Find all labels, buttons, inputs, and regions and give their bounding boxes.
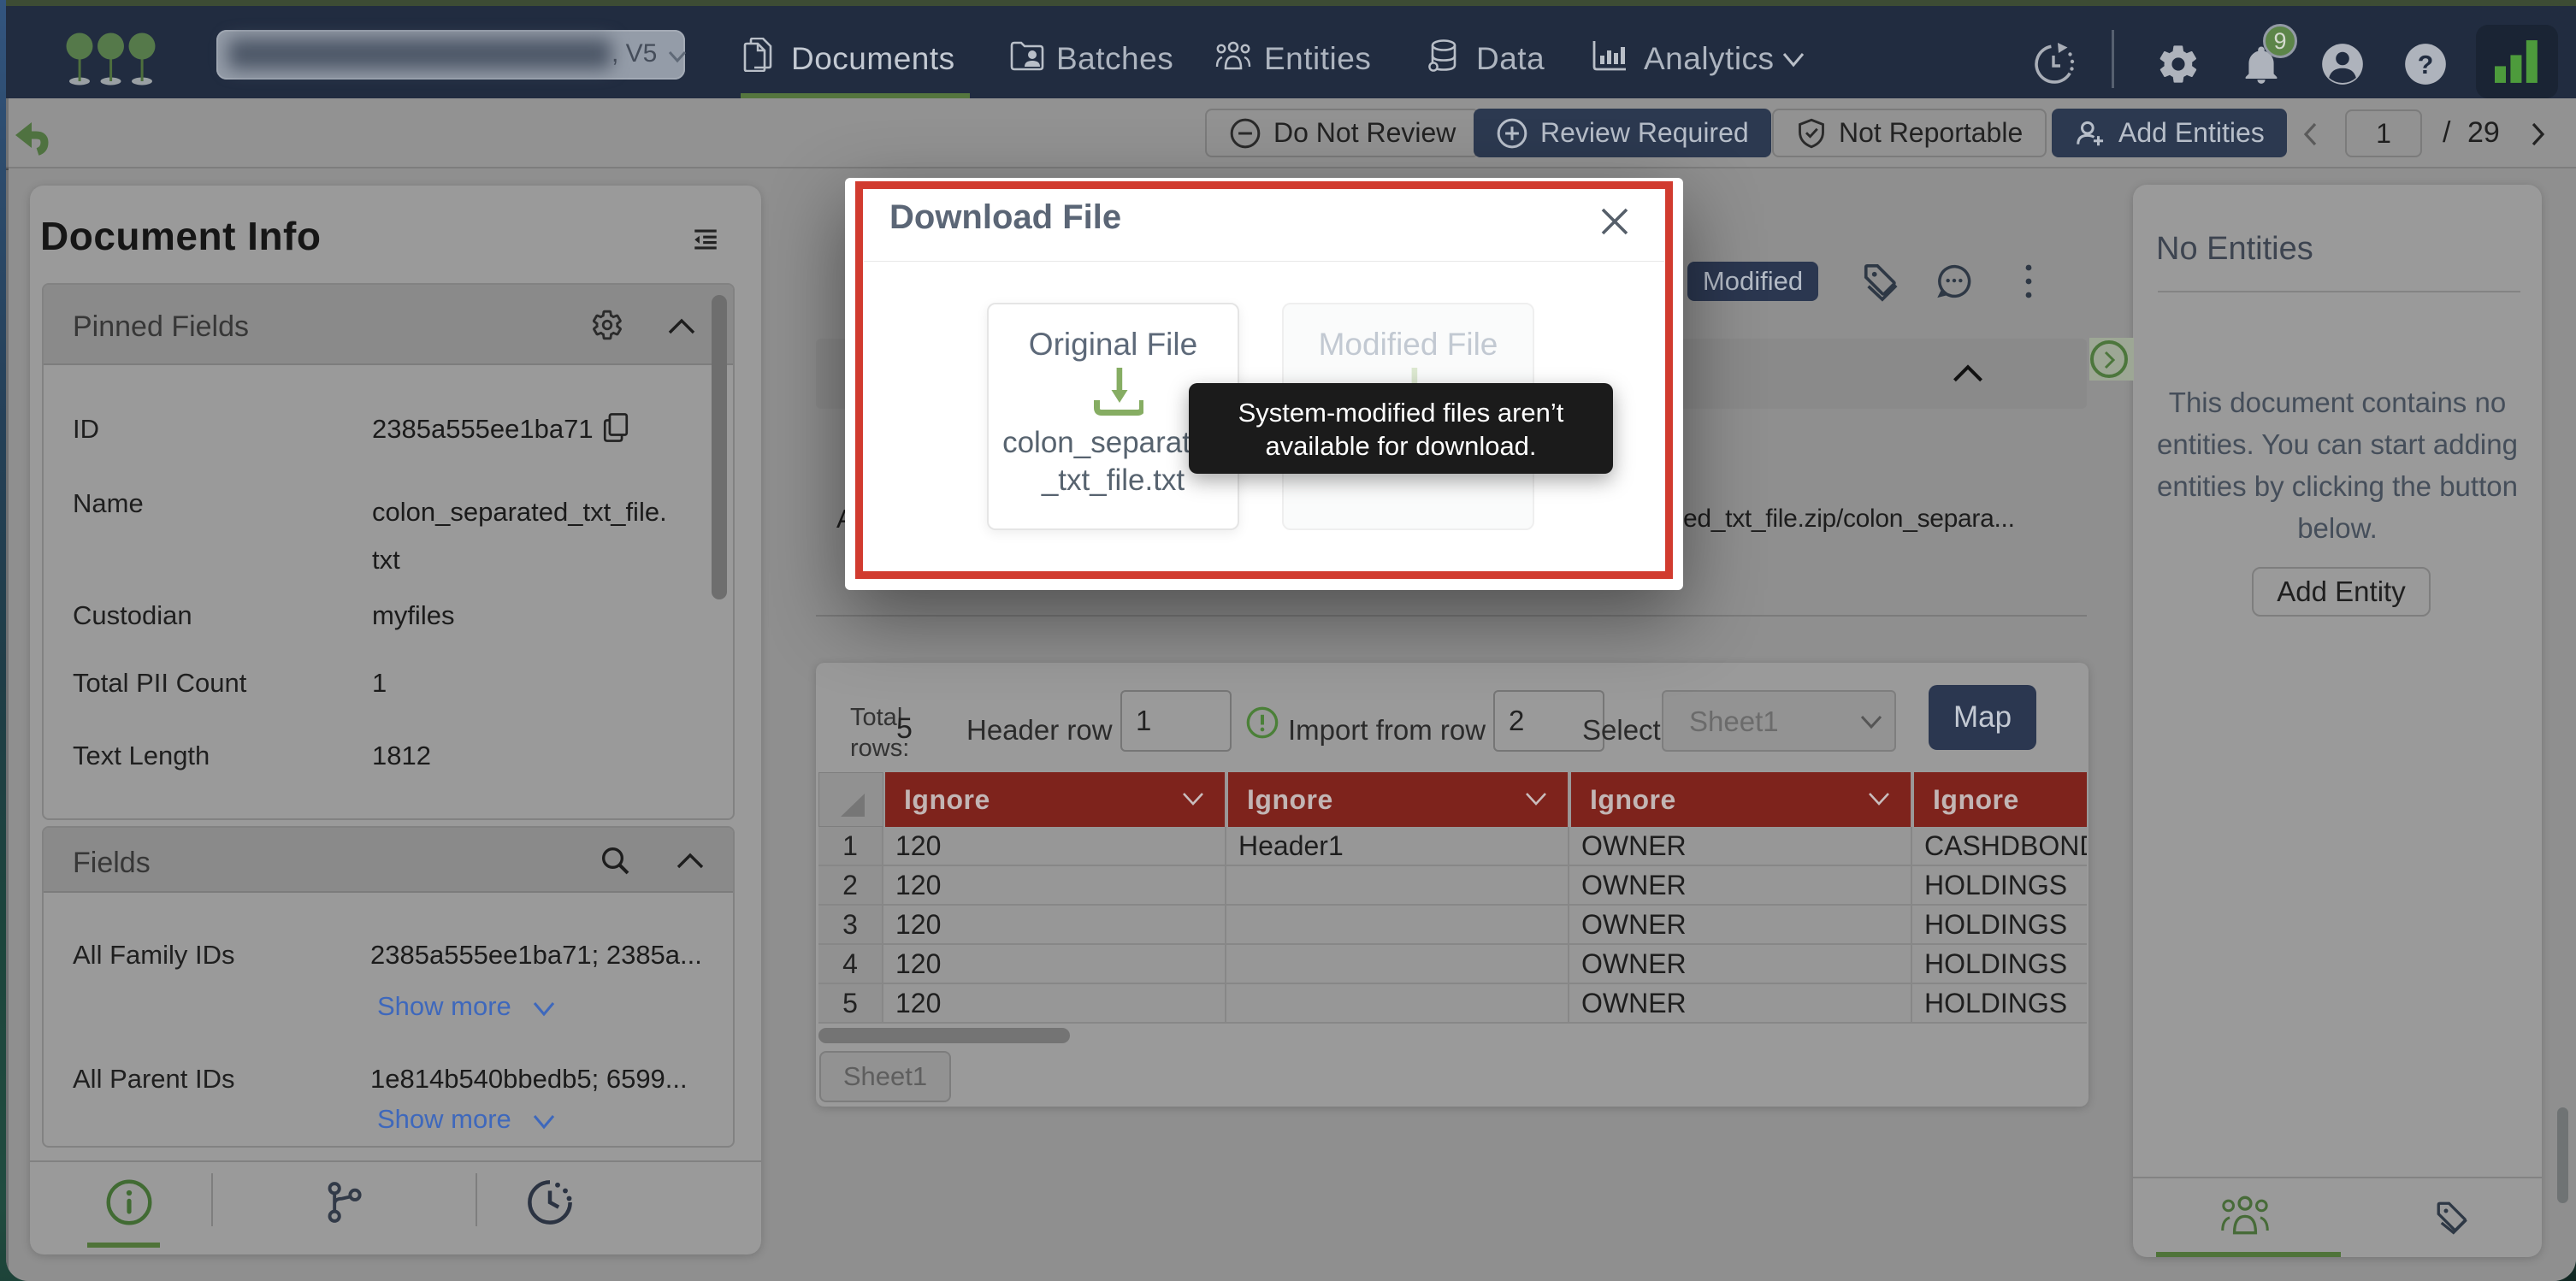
svg-text:?: ? [2418, 51, 2434, 80]
